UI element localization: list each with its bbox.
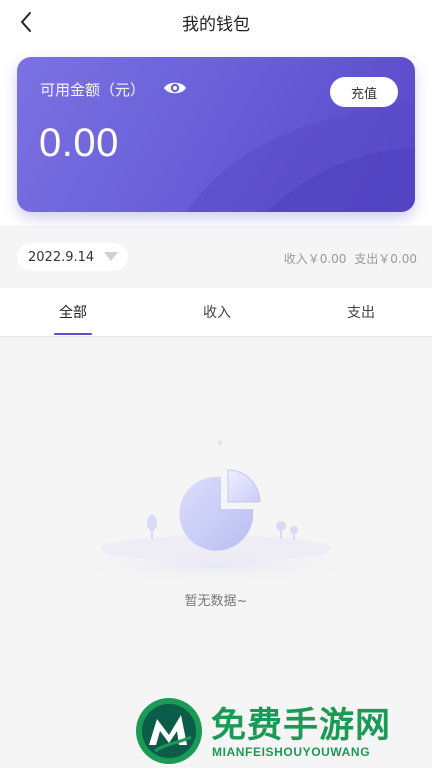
page-title: 我的钱包 — [182, 15, 250, 35]
tab-all[interactable]: 全部 — [23, 288, 123, 336]
balance-amount: 0.00 — [39, 121, 119, 165]
tab-income[interactable]: 收入 — [167, 288, 267, 336]
expense-summary: 支出￥0.00 — [354, 252, 417, 266]
wallet-card: 可用金额（元） 充值 0.00 — [17, 57, 415, 212]
balance-label: 可用金额（元） — [40, 81, 146, 99]
recharge-button[interactable]: 充值 — [330, 77, 398, 107]
income-summary: 收入￥0.00 — [283, 252, 347, 266]
site-logo — [136, 698, 202, 764]
income-expense-summary: 收入￥0.00 支出￥0.00 — [284, 250, 417, 267]
date-picker[interactable]: 2022.9.14 — [17, 243, 128, 271]
caret-down-icon — [104, 252, 118, 261]
tab-expense[interactable]: 支出 — [311, 288, 411, 336]
watermark-title: 免费手游网 — [211, 705, 392, 746]
watermark-subtitle: MIANFEISHOUYOUWANG — [212, 745, 371, 759]
eye-icon[interactable] — [163, 79, 187, 97]
tab-bar: 全部 收入 支出 — [0, 288, 432, 337]
app-header: 我的钱包 — [0, 0, 432, 44]
empty-chart-illustration — [66, 440, 366, 582]
active-tab-indicator — [54, 333, 92, 335]
empty-state-text: 暂无数据~ — [184, 594, 248, 609]
date-value: 2022.9.14 — [28, 249, 95, 265]
